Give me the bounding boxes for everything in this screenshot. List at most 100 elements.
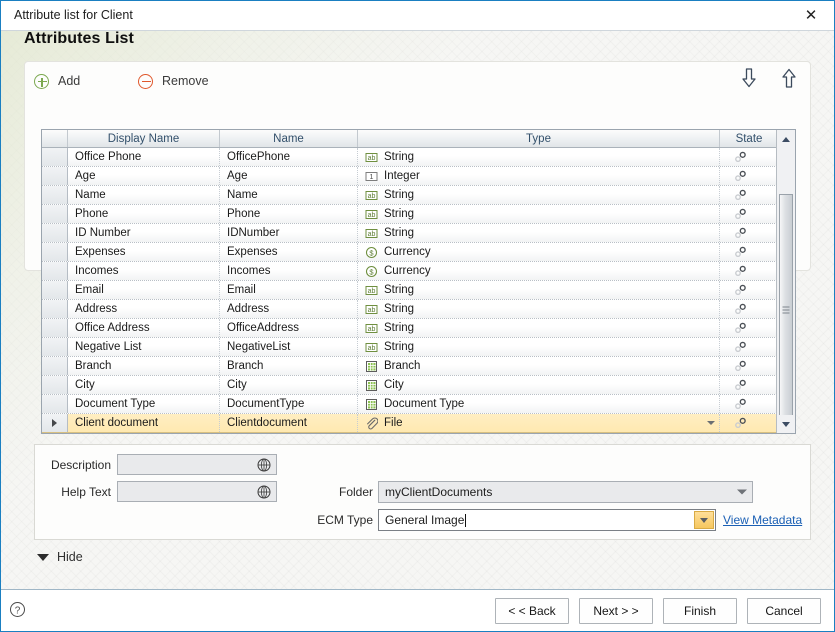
cell-type[interactable]: ab String [358,300,720,318]
cell-type[interactable]: $ Currency [358,262,720,280]
row-selector[interactable] [42,414,68,432]
gear-icon[interactable] [734,265,748,277]
table-row[interactable]: Incomes Incomes $ Currency [42,262,777,281]
cell-name[interactable]: OfficePhone [220,148,358,166]
row-selector[interactable] [42,357,68,375]
cell-state[interactable] [720,281,777,299]
grid-header-name[interactable]: Name [220,130,358,147]
table-row[interactable]: Phone Phone ab String [42,205,777,224]
gear-icon[interactable] [734,322,748,334]
cell-type[interactable]: ab String [358,319,720,337]
cell-name[interactable]: Branch [220,357,358,375]
cell-display-name[interactable]: Address [68,300,220,318]
hide-toggle[interactable]: Hide [37,550,83,564]
gear-icon[interactable] [734,360,748,372]
row-selector[interactable] [42,319,68,337]
footer-button-finish[interactable]: Finish [663,598,737,624]
cell-state[interactable] [720,148,777,166]
gear-icon[interactable] [734,151,748,163]
gear-icon[interactable] [734,208,748,220]
row-selector[interactable] [42,338,68,356]
cell-display-name[interactable]: Client document [68,414,220,432]
table-row[interactable]: City City City [42,376,777,395]
gear-icon[interactable] [734,189,748,201]
cell-type[interactable]: 1 Integer [358,167,720,185]
grid-header-type[interactable]: Type [358,130,720,147]
move-down-button[interactable] [740,67,758,89]
ecm-type-dropdown-button[interactable] [694,511,714,529]
gear-icon[interactable] [734,341,748,353]
cell-state[interactable] [720,262,777,280]
cell-state[interactable] [720,205,777,223]
cell-state[interactable] [720,319,777,337]
table-row[interactable]: Document Type DocumentType Document Type [42,395,777,414]
gear-icon[interactable] [734,379,748,391]
description-input[interactable] [117,454,277,475]
cell-state[interactable] [720,338,777,356]
cell-display-name[interactable]: Negative List [68,338,220,356]
row-selector[interactable] [42,395,68,413]
footer-button-next[interactable]: Next > > [579,598,653,624]
cell-type[interactable]: Document Type [358,395,720,413]
remove-button[interactable]: Remove [138,69,209,93]
cell-display-name[interactable]: Email [68,281,220,299]
cell-name[interactable]: Name [220,186,358,204]
cell-type[interactable]: ab String [358,205,720,223]
footer-button-cancel[interactable]: Cancel [747,598,821,624]
cell-state[interactable] [720,243,777,261]
cell-display-name[interactable]: Age [68,167,220,185]
cell-display-name[interactable]: Branch [68,357,220,375]
gear-icon[interactable] [734,398,748,410]
cell-name[interactable]: Age [220,167,358,185]
help-text-input[interactable] [117,481,277,502]
cell-display-name[interactable]: Phone [68,205,220,223]
cell-type[interactable]: ab String [358,186,720,204]
cell-display-name[interactable]: Office Phone [68,148,220,166]
cell-state[interactable] [720,167,777,185]
cell-state[interactable] [720,376,777,394]
grid-header-display-name[interactable]: Display Name [68,130,220,147]
cell-name[interactable]: Address [220,300,358,318]
grid-vertical-scrollbar[interactable] [776,130,795,433]
cell-name[interactable]: Incomes [220,262,358,280]
row-selector[interactable] [42,186,68,204]
folder-select[interactable]: myClientDocuments [378,481,753,503]
row-selector[interactable] [42,148,68,166]
row-selector[interactable] [42,281,68,299]
cell-type[interactable]: ab String [358,281,720,299]
cell-name[interactable]: Expenses [220,243,358,261]
row-selector[interactable] [42,262,68,280]
cell-name[interactable]: Phone [220,205,358,223]
row-selector[interactable] [42,224,68,242]
scrollbar-thumb[interactable] [779,194,793,426]
table-row[interactable]: Name Name ab String [42,186,777,205]
close-button[interactable]: ✕ [788,1,834,30]
gear-icon[interactable] [734,284,748,296]
cell-display-name[interactable]: ID Number [68,224,220,242]
cell-display-name[interactable]: Office Address [68,319,220,337]
attributes-grid[interactable]: Display Name Name Type State Office Phon… [41,129,796,434]
table-row[interactable]: Branch Branch Branch [42,357,777,376]
cell-type[interactable]: File [358,414,720,432]
globe-icon[interactable] [256,457,272,473]
question-mark-icon[interactable]: ? [9,601,26,618]
row-selector[interactable] [42,167,68,185]
table-row[interactable]: ID Number IDNumber ab String [42,224,777,243]
grid-header-selector[interactable] [42,130,68,147]
cell-name[interactable]: NegativeList [220,338,358,356]
move-up-button[interactable] [780,67,798,89]
table-row[interactable]: Negative List NegativeList ab String [42,338,777,357]
row-selector[interactable] [42,300,68,318]
cell-state[interactable] [720,395,777,413]
cell-name[interactable]: City [220,376,358,394]
table-row[interactable]: Expenses Expenses $ Currency [42,243,777,262]
cell-type[interactable]: Branch [358,357,720,375]
cell-name[interactable]: DocumentType [220,395,358,413]
table-row[interactable]: Age Age 1 Integer [42,167,777,186]
grid-header-state[interactable]: State [720,130,778,147]
cell-state[interactable] [720,357,777,375]
footer-button-back[interactable]: < < Back [495,598,569,624]
cell-type[interactable]: $ Currency [358,243,720,261]
gear-icon[interactable] [734,170,748,182]
chevron-down-icon[interactable] [707,421,715,425]
